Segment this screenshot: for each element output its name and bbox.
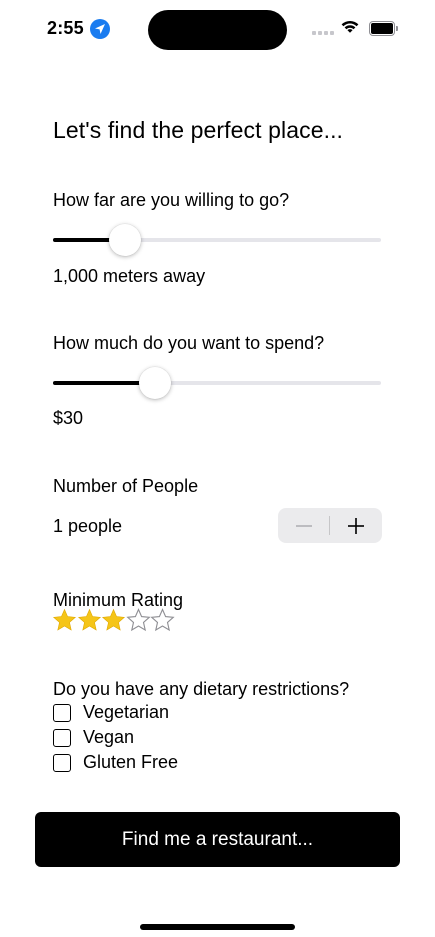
star-filled-icon[interactable] xyxy=(52,608,77,633)
find-restaurant-button[interactable]: Find me a restaurant... xyxy=(35,812,400,867)
plus-icon xyxy=(348,518,364,534)
page-title: Let's find the perfect place... xyxy=(53,117,344,143)
people-value: 1 people xyxy=(53,516,123,536)
budget-label: How much do you want to spend? xyxy=(53,333,325,353)
budget-value: $30 xyxy=(53,408,84,428)
checkbox[interactable] xyxy=(53,754,71,772)
slider-thumb[interactable] xyxy=(109,224,142,256)
checkbox[interactable] xyxy=(53,729,71,747)
battery-icon xyxy=(369,21,399,36)
checkbox-label: Gluten Free xyxy=(83,752,179,772)
distance-value: 1,000 meters away xyxy=(53,266,206,286)
star-filled-icon[interactable] xyxy=(101,608,126,633)
slider-thumb[interactable] xyxy=(138,367,171,399)
budget-slider[interactable] xyxy=(53,366,381,400)
star-filled-icon[interactable] xyxy=(77,608,102,633)
location-arrow-icon xyxy=(90,19,110,39)
status-time: 2:55 xyxy=(47,18,84,38)
status-bar: 2:55 xyxy=(0,0,435,60)
checkbox-label: Vegetarian xyxy=(83,702,170,722)
dynamic-island xyxy=(148,10,287,50)
star-outline-icon[interactable] xyxy=(125,608,151,633)
minus-icon xyxy=(296,525,312,527)
people-stepper[interactable] xyxy=(278,508,382,543)
checkbox-label: Vegan xyxy=(83,727,135,747)
stepper-increment-button[interactable] xyxy=(330,508,382,543)
cellular-signal-icon xyxy=(312,31,336,36)
star-outline-icon[interactable] xyxy=(150,608,175,633)
checkbox[interactable] xyxy=(53,704,71,722)
dietary-label: Do you have any dietary restrictions? xyxy=(53,679,350,699)
wifi-icon xyxy=(341,20,359,33)
home-indicator xyxy=(140,924,295,930)
distance-label: How far are you willing to go? xyxy=(53,190,290,210)
people-label: Number of People xyxy=(53,476,199,496)
stepper-decrement-button[interactable] xyxy=(278,508,330,543)
distance-slider[interactable] xyxy=(53,223,381,257)
